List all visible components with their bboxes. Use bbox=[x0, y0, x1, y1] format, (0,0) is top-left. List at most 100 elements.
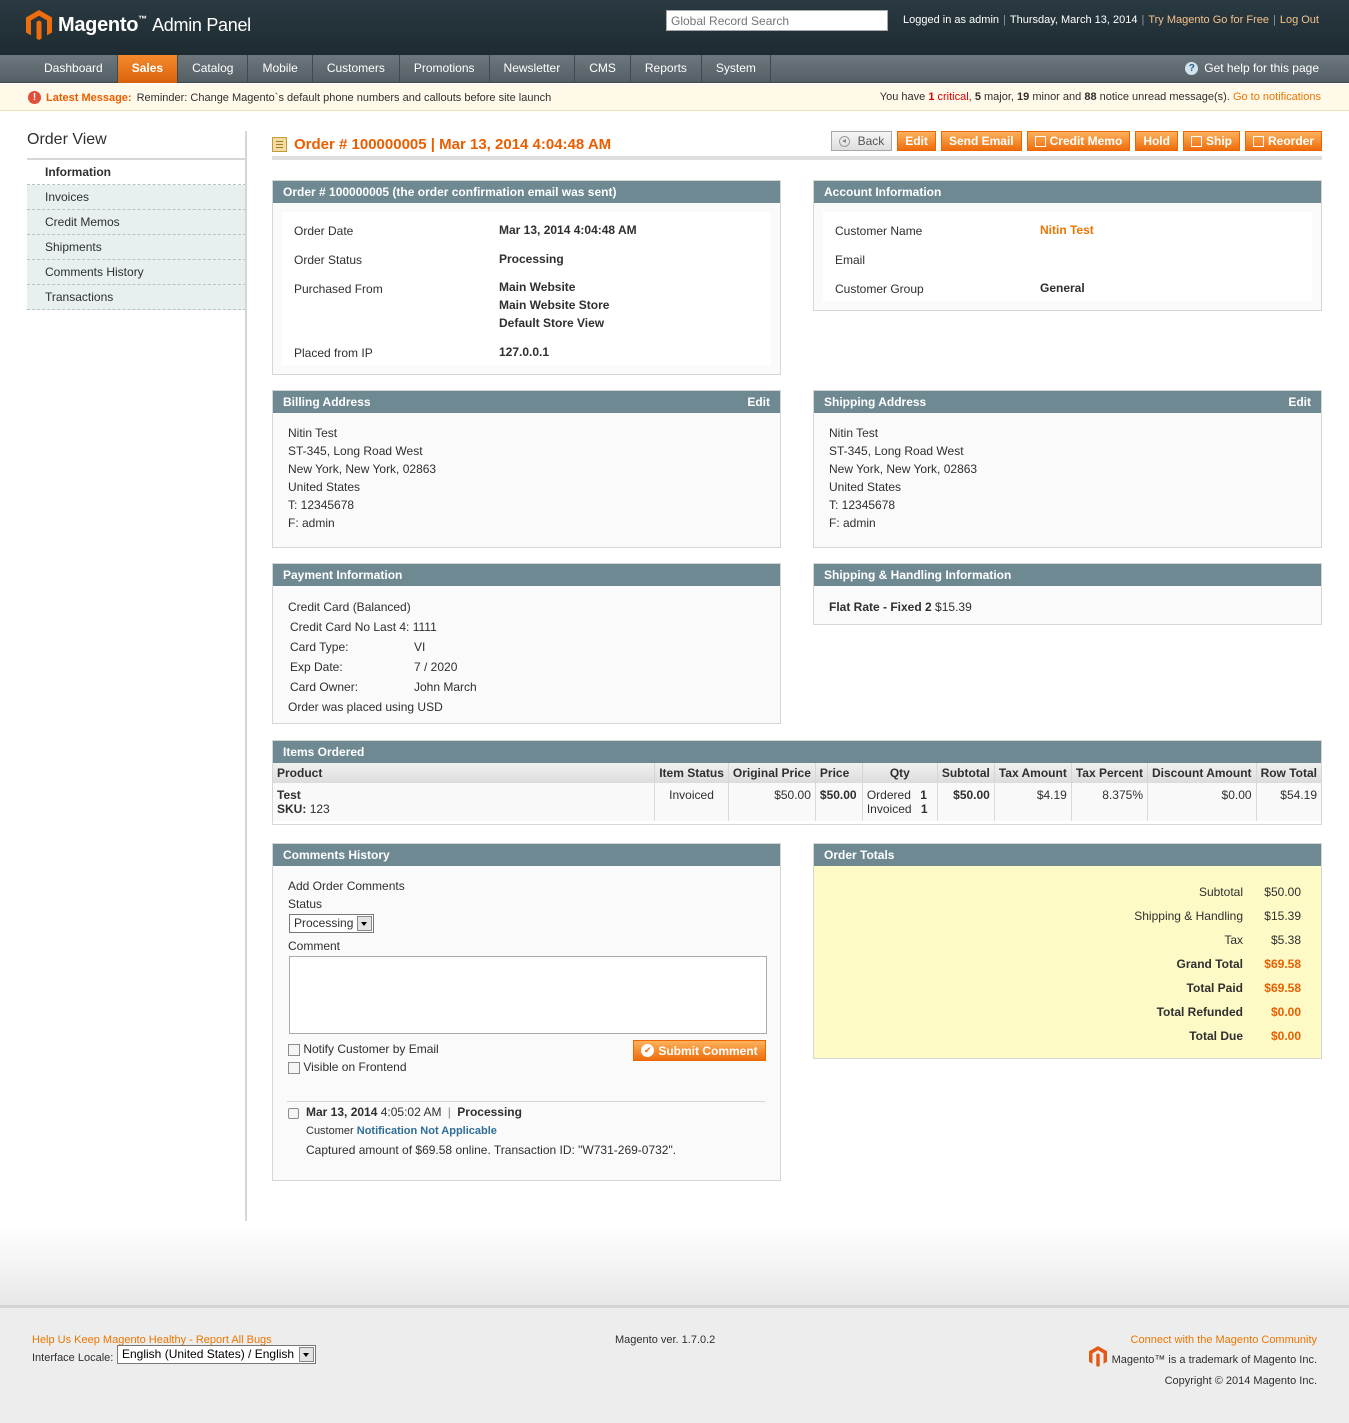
nav-cms[interactable]: CMS bbox=[575, 55, 631, 83]
nav-dashboard[interactable]: Dashboard bbox=[30, 55, 118, 83]
go-to-notifications-link[interactable]: Go to notifications bbox=[1233, 91, 1321, 103]
col-item-status: Item Status bbox=[654, 763, 729, 783]
table-row: Test SKU: 123 Invoiced $50.00 $50.00 Orde… bbox=[273, 783, 1321, 821]
comment-entry-notify: Customer Notification Not Applicable bbox=[306, 1125, 497, 1137]
col-discount-amount: Discount Amount bbox=[1147, 763, 1257, 783]
order-date-label: Order Date bbox=[294, 224, 354, 238]
exp-date-label: Exp Date: bbox=[290, 660, 343, 674]
item-qty: Ordered 1 Invoiced 1 bbox=[862, 783, 938, 821]
total-subtotal: Subtotal $50.00 bbox=[1198, 885, 1301, 899]
sidebar-item-transactions[interactable]: Transactions bbox=[27, 285, 246, 310]
nav-sales[interactable]: Sales bbox=[117, 55, 179, 83]
reorder-button[interactable]: Reorder bbox=[1244, 131, 1322, 151]
sidebar-item-comments-history[interactable]: Comments History bbox=[27, 260, 246, 285]
customer-group-label: Customer Group bbox=[835, 282, 924, 296]
billing-address-header: Billing Address Edit bbox=[273, 391, 780, 413]
visible-frontend-checkbox-row[interactable]: Visible on Frontend bbox=[288, 1060, 407, 1074]
comment-entry-checkbox[interactable] bbox=[288, 1106, 299, 1120]
customer-name-link[interactable]: Nitin Test bbox=[1040, 223, 1094, 237]
comments-divider bbox=[287, 1101, 765, 1102]
order-date-value: Mar 13, 2014 4:04:48 AM bbox=[499, 223, 637, 237]
visible-frontend-checkbox[interactable] bbox=[288, 1061, 300, 1074]
try-magento-go-link[interactable]: Try Magento Go for Free bbox=[1148, 14, 1269, 26]
copyright-text: Copyright © 2014 Magento Inc. bbox=[1164, 1375, 1317, 1387]
total-grand: Grand Total $69.58 bbox=[1176, 957, 1301, 971]
logged-in-text: Logged in as admin bbox=[903, 14, 1000, 26]
admin-header: Magento™ Admin Panel Logged in as admin|… bbox=[0, 0, 1349, 55]
submit-comment-button[interactable]: ✔ Submit Comment bbox=[633, 1040, 766, 1061]
locale-label: Interface Locale: bbox=[32, 1352, 114, 1364]
customer-group-value: General bbox=[1040, 281, 1085, 295]
col-subtotal: Subtotal bbox=[937, 763, 995, 783]
total-refunded: Total Refunded $0.00 bbox=[1156, 1005, 1301, 1019]
nav-system[interactable]: System bbox=[702, 55, 771, 83]
header-links: Logged in as admin | Thursday, March 13, 2… bbox=[903, 14, 1319, 26]
order-icon bbox=[272, 137, 287, 152]
col-product: Product bbox=[273, 763, 656, 783]
help-text: Get help for this page bbox=[1204, 61, 1319, 75]
sidebar-divider bbox=[245, 131, 247, 1221]
payment-info-box: Payment Information Credit Card (Balance… bbox=[272, 563, 781, 724]
logo-text: Magento™ Admin Panel bbox=[58, 13, 251, 36]
sidebar-item-invoices[interactable]: Invoices bbox=[27, 185, 246, 210]
sidebar-item-credit-memos[interactable]: Credit Memos bbox=[27, 210, 246, 235]
shipping-edit-link[interactable]: Edit bbox=[1288, 391, 1311, 413]
order-status-label: Order Status bbox=[294, 253, 363, 267]
comments-history-header: Comments History bbox=[273, 844, 780, 866]
send-email-button[interactable]: Send Email bbox=[940, 131, 1022, 151]
item-original-price: $50.00 bbox=[728, 783, 816, 821]
notify-customer-checkbox-row[interactable]: Notify Customer by Email bbox=[288, 1042, 439, 1056]
credit-memo-button[interactable]: Credit Memo bbox=[1026, 131, 1131, 151]
item-status: Invoiced bbox=[654, 783, 729, 821]
total-shipping: Shipping & Handling $15.39 bbox=[1134, 909, 1301, 923]
footer-gradient bbox=[0, 1225, 1349, 1305]
page-title-bar: Order # 100000005 | Mar 13, 2014 4:04:48… bbox=[272, 130, 1322, 160]
help-link[interactable]: ? Get help for this page bbox=[1185, 61, 1319, 75]
ship-button[interactable]: Ship bbox=[1182, 131, 1240, 151]
trademark-text: Magento™ is a trademark of Magento Inc. bbox=[1111, 1354, 1317, 1366]
purchased-from-value: Main Website Main Website Store Default … bbox=[499, 280, 610, 330]
exp-date-value: 7 / 2020 bbox=[414, 660, 458, 674]
reorder-icon bbox=[1252, 135, 1264, 147]
notify-customer-checkbox[interactable] bbox=[288, 1043, 300, 1056]
order-totals-box: Order Totals Subtotal $50.00 Shipping & H… bbox=[813, 843, 1322, 1059]
order-action-buttons: Back Edit Send Email Credit Memo Hold Sh… bbox=[830, 131, 1322, 151]
ip-value: 127.0.0.1 bbox=[499, 345, 550, 359]
shipping-address-box: Shipping Address Edit Nitin Test ST-345, L… bbox=[813, 390, 1322, 548]
total-paid: Total Paid $69.58 bbox=[1186, 981, 1301, 995]
status-select[interactable]: Processing bbox=[289, 914, 374, 933]
comment-textarea[interactable] bbox=[289, 956, 767, 1034]
sidebar-item-shipments[interactable]: Shipments bbox=[27, 235, 246, 260]
col-qty: Qty bbox=[862, 763, 938, 783]
hold-button[interactable]: Hold bbox=[1135, 131, 1178, 151]
total-due: Total Due $0.00 bbox=[1189, 1029, 1301, 1043]
logout-link[interactable]: Log Out bbox=[1280, 14, 1319, 26]
header-date: Thursday, March 13, 2014 bbox=[1009, 14, 1138, 26]
billing-edit-link[interactable]: Edit bbox=[747, 391, 770, 413]
locale-select[interactable]: English (United States) / English bbox=[117, 1345, 316, 1364]
account-info-header: Account Information bbox=[814, 181, 1321, 203]
shipping-method: Flat Rate - Fixed 2 $15.39 bbox=[829, 600, 972, 614]
nav-promotions[interactable]: Promotions bbox=[400, 55, 490, 83]
community-link[interactable]: Connect with the Magento Community bbox=[1131, 1334, 1317, 1346]
nav-catalog[interactable]: Catalog bbox=[178, 55, 249, 83]
help-icon: ? bbox=[1185, 61, 1199, 75]
nav-reports[interactable]: Reports bbox=[631, 55, 702, 83]
nav-mobile[interactable]: Mobile bbox=[248, 55, 313, 83]
shipping-handling-header: Shipping & Handling Information bbox=[814, 564, 1321, 586]
notification-summary: You have 1 critical, 5 major, 19 minor a… bbox=[879, 91, 1321, 103]
global-search-input[interactable] bbox=[666, 10, 888, 31]
edit-button[interactable]: Edit bbox=[897, 131, 936, 151]
magento-logo[interactable]: Magento™ Admin Panel bbox=[26, 10, 251, 40]
sidebar-item-information[interactable]: Information bbox=[27, 160, 246, 185]
back-button[interactable]: Back bbox=[830, 131, 893, 151]
payment-info-header: Payment Information bbox=[273, 564, 780, 586]
order-status-value: Processing bbox=[499, 252, 564, 266]
sidebar-title: Order View bbox=[27, 131, 246, 160]
nav-customers[interactable]: Customers bbox=[313, 55, 400, 83]
nav-newsletter[interactable]: Newsletter bbox=[490, 55, 576, 83]
email-label: Email bbox=[835, 253, 866, 267]
item-discount: $0.00 bbox=[1147, 783, 1257, 821]
latest-message-label: Latest Message: bbox=[46, 91, 132, 104]
credit-memo-icon bbox=[1034, 135, 1046, 147]
